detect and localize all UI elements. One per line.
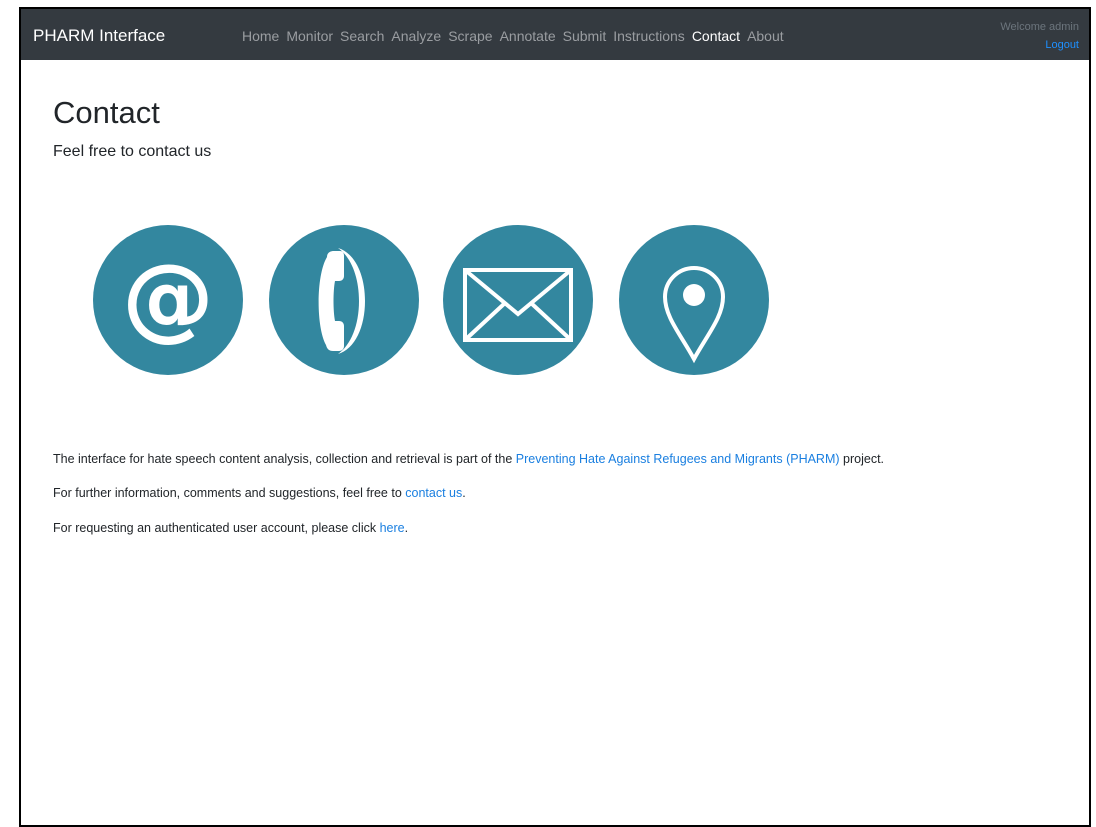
- user-info: Welcome admin Logout: [1000, 18, 1079, 54]
- nav-item-contact[interactable]: Contact: [692, 28, 740, 44]
- brand-title[interactable]: PHARM Interface: [33, 26, 165, 46]
- page-title: Contact: [53, 95, 160, 130]
- envelope-icon[interactable]: [443, 225, 593, 375]
- account-text-after: .: [404, 521, 409, 535]
- nav-item-about[interactable]: About: [747, 28, 784, 44]
- contact-us-link[interactable]: contact us: [405, 486, 462, 500]
- account-paragraph: For requesting an authenticated user acc…: [53, 521, 408, 535]
- project-paragraph: The interface for hate speech content an…: [53, 452, 884, 466]
- nav-item-submit[interactable]: Submit: [563, 28, 607, 44]
- pharm-project-link[interactable]: Preventing Hate Against Refugees and Mig…: [516, 452, 840, 466]
- nav-menu: Home Monitor Search Analyze Scrape Annot…: [242, 28, 784, 44]
- page-frame: PHARM Interface Home Monitor Search Anal…: [19, 7, 1091, 827]
- project-text-before: The interface for hate speech content an…: [53, 452, 516, 466]
- info-paragraph: For further information, comments and su…: [53, 486, 466, 500]
- account-text-before: For requesting an authenticated user acc…: [53, 521, 380, 535]
- nav-item-annotate[interactable]: Annotate: [500, 28, 556, 44]
- nav-item-analyze[interactable]: Analyze: [391, 28, 441, 44]
- svg-text:@: @: [122, 244, 214, 351]
- phone-icon[interactable]: [269, 225, 419, 375]
- at-sign-icon[interactable]: @: [93, 225, 243, 375]
- project-text-after: project.: [839, 452, 885, 466]
- info-text-before: For further information, comments and su…: [53, 486, 406, 500]
- map-pin-icon[interactable]: [619, 225, 769, 375]
- nav-item-search[interactable]: Search: [340, 28, 384, 44]
- info-text-after: .: [462, 486, 466, 500]
- welcome-text: Welcome admin: [1000, 21, 1079, 33]
- logout-link[interactable]: Logout: [1000, 36, 1079, 54]
- nav-item-monitor[interactable]: Monitor: [286, 28, 333, 44]
- nav-item-home[interactable]: Home: [242, 28, 279, 44]
- page-subtitle: Feel free to contact us: [53, 143, 212, 160]
- nav-item-scrape[interactable]: Scrape: [448, 28, 492, 44]
- nav-item-instructions[interactable]: Instructions: [613, 28, 685, 44]
- top-navbar: PHARM Interface Home Monitor Search Anal…: [21, 9, 1089, 60]
- here-link[interactable]: here: [380, 521, 405, 535]
